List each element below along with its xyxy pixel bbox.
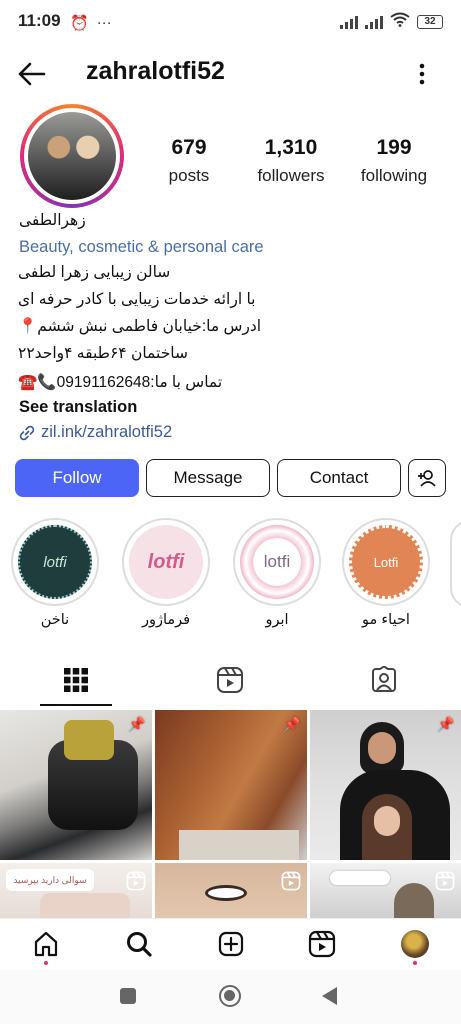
alarm-icon: ⏰: [70, 15, 89, 32]
post-thumbnail[interactable]: 📌: [0, 710, 152, 860]
back-nav-button[interactable]: [322, 987, 337, 1005]
add-user-icon: [418, 470, 436, 487]
bottom-navigation: [0, 918, 461, 970]
stat-following[interactable]: 199 following: [339, 136, 449, 186]
post-caption-sticker: سوالی دارید بپرسید: [6, 869, 94, 891]
wifi-icon: [390, 12, 410, 32]
highlight-title: احیاء مو: [362, 612, 410, 628]
reels-icon: [308, 930, 336, 958]
tagged-user-icon: [372, 666, 396, 692]
highlight-title: فرماژور: [141, 612, 191, 628]
tab-posts-grid[interactable]: [56, 660, 96, 700]
highlight-cover: lotfi: [240, 525, 314, 599]
search-icon: [127, 932, 152, 957]
bio-name: زهرالطفی: [19, 212, 86, 229]
avatar-photo: [28, 112, 116, 200]
highlight-item[interactable]: lotfi ابرو: [232, 518, 322, 628]
highlight-item[interactable]: Lotfi احیاء مو: [341, 518, 431, 628]
pin-icon: 📌: [128, 716, 146, 732]
grid-icon: [64, 668, 88, 692]
back-button[interactable]: [16, 58, 48, 90]
bio-line: با ارائه خدمات زیبایی با کادر حرفه ای: [18, 291, 256, 308]
follow-button[interactable]: Follow: [15, 459, 139, 497]
highlight-cover: Lotfi: [349, 525, 423, 599]
nav-search[interactable]: [124, 929, 154, 959]
highlight-item[interactable]: lotfi ناخن: [10, 518, 100, 628]
post-thumbnail[interactable]: [310, 863, 461, 918]
status-time: 11:09: [18, 11, 61, 30]
contact-button[interactable]: Contact: [277, 459, 401, 497]
highlight-title: ناخن: [40, 612, 70, 628]
stat-followers[interactable]: 1,310 followers: [236, 136, 346, 186]
home-button[interactable]: [219, 985, 241, 1007]
status-bar: 11:09 ⏰ ··· 32: [0, 0, 461, 44]
suggested-users-button[interactable]: [408, 459, 446, 497]
highlight-cover: lotfi: [129, 525, 203, 599]
pin-icon: 📌: [437, 716, 455, 732]
see-translation-link[interactable]: See translation: [19, 398, 137, 417]
highlight-title: ابرو: [265, 612, 289, 628]
bio-line: سالن زیبایی زهرا لطفی: [18, 264, 171, 281]
notification-dot: [413, 961, 417, 965]
nav-profile[interactable]: [400, 929, 430, 959]
arrow-left-icon: [18, 62, 46, 86]
more-dots: ···: [96, 14, 112, 31]
reels-icon: [435, 871, 455, 891]
reels-icon: [126, 871, 146, 891]
notification-dot: [44, 961, 48, 965]
highlight-cover: lotfi: [18, 525, 92, 599]
highlight-item-partial[interactable]: [450, 520, 461, 608]
highlight-item[interactable]: lotfi فرماژور: [121, 518, 211, 628]
active-tab-indicator: [40, 704, 112, 706]
post-thumbnail[interactable]: 📌: [310, 710, 461, 860]
post-thumbnail[interactable]: سوالی دارید بپرسید: [0, 863, 152, 918]
link-icon: [19, 425, 35, 440]
bio-link-text: zil.ink/zahralotfi52: [41, 423, 173, 441]
profile-avatar[interactable]: [20, 104, 124, 208]
kebab-icon: [419, 63, 425, 85]
bio-link[interactable]: zil.ink/zahralotfi52: [19, 423, 172, 442]
plus-square-icon: [218, 931, 244, 957]
tab-reels[interactable]: [210, 660, 250, 700]
home-icon: [34, 931, 58, 957]
battery-icon: 32: [417, 15, 443, 29]
options-button[interactable]: [410, 60, 434, 88]
avatar: [401, 930, 429, 958]
profile-username: zahralotfi52: [86, 57, 225, 85]
signal-icon: [365, 15, 383, 29]
pin-icon: 📌: [283, 716, 301, 732]
nav-reels[interactable]: [307, 929, 337, 959]
reels-icon: [217, 667, 243, 693]
bio-line: ساختمان ۶۴طبقه ۴واحد۲۲: [18, 345, 188, 362]
bio-line: ادرس ما:خیابان فاطمی نبش ششم📍: [18, 318, 262, 335]
tab-tagged[interactable]: [364, 660, 404, 700]
signal-icon: [340, 15, 358, 29]
message-button[interactable]: Message: [146, 459, 270, 497]
nav-home[interactable]: [31, 929, 61, 959]
reels-icon: [281, 871, 301, 891]
bio-category: Beauty, cosmetic & personal care: [19, 238, 264, 256]
recents-button[interactable]: [120, 988, 136, 1004]
bio-line: تماس با ما:09191162648📞☎️: [18, 374, 223, 391]
nav-create[interactable]: [216, 929, 246, 959]
stat-posts[interactable]: 679 posts: [134, 136, 244, 186]
post-thumbnail[interactable]: 📌: [155, 710, 307, 860]
post-thumbnail[interactable]: [155, 863, 307, 918]
system-navigation-bar: [0, 970, 461, 1024]
